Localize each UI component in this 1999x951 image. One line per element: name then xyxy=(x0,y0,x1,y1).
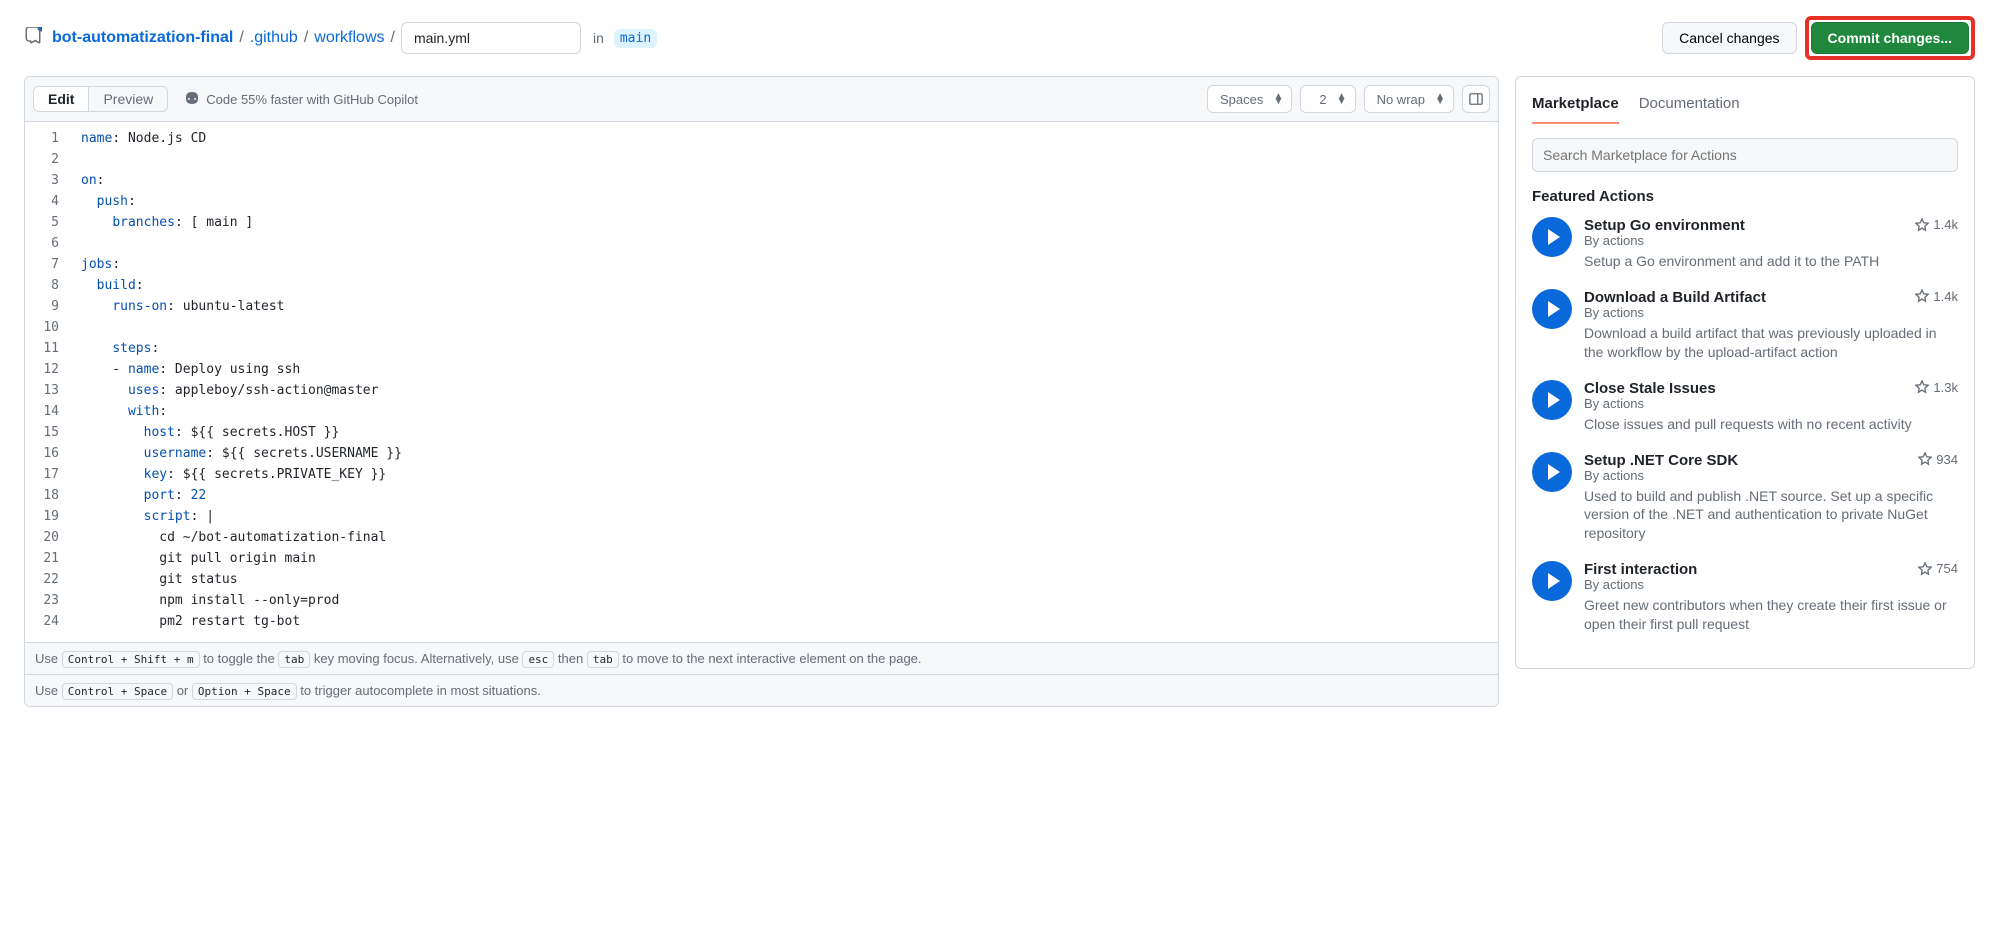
editor-toolbar: Edit Preview Code 55% faster with GitHub… xyxy=(25,77,1498,122)
indent-type-value: Spaces xyxy=(1220,92,1263,107)
action-title: Download a Build Artifact xyxy=(1584,289,1766,306)
action-title: First interaction xyxy=(1584,561,1697,578)
copilot-hint-text: Code 55% faster with GitHub Copilot xyxy=(206,92,418,107)
play-icon xyxy=(1532,452,1572,492)
editor-mode-tabs: Edit Preview xyxy=(33,86,168,112)
action-author: By actions xyxy=(1584,396,1958,411)
action-item[interactable]: First interaction 754By actions Greet new … xyxy=(1532,561,1958,634)
breadcrumb-sep: / xyxy=(304,29,308,47)
action-stars: 934 xyxy=(1918,452,1958,467)
filename-input[interactable] xyxy=(401,22,581,54)
code-content[interactable]: name: Node.js CD on: push: branches: [ m… xyxy=(69,122,1498,642)
preview-pane-toggle[interactable] xyxy=(1462,85,1490,113)
breadcrumb: bot-automatization-final / .github / wor… xyxy=(24,22,657,54)
action-star-count: 754 xyxy=(1936,561,1958,576)
commit-highlight: Commit changes... xyxy=(1805,16,1975,60)
action-stars: 1.4k xyxy=(1915,289,1958,304)
indent-type-select[interactable]: Spaces ▲▼ xyxy=(1207,85,1292,113)
indent-size-value: 2 xyxy=(1319,92,1326,107)
hint-focus: Use Control + Shift + m to toggle the ta… xyxy=(25,643,1498,675)
action-star-count: 1.4k xyxy=(1933,217,1958,232)
main-layout: Edit Preview Code 55% faster with GitHub… xyxy=(24,76,1975,707)
star-icon xyxy=(1915,380,1929,394)
action-author: By actions xyxy=(1584,305,1958,320)
action-title: Setup Go environment xyxy=(1584,217,1745,234)
breadcrumb-workflows[interactable]: workflows xyxy=(314,29,384,47)
star-icon xyxy=(1915,289,1929,303)
star-icon xyxy=(1915,218,1929,232)
action-star-count: 1.4k xyxy=(1933,289,1958,304)
copilot-hint[interactable]: Code 55% faster with GitHub Copilot xyxy=(184,91,418,107)
code-editor[interactable]: 123456789101112131415161718192021222324 … xyxy=(25,122,1498,642)
kbd: tab xyxy=(278,651,310,668)
updown-icon: ▲▼ xyxy=(1337,94,1347,104)
star-icon xyxy=(1918,562,1932,576)
kbd: tab xyxy=(587,651,619,668)
copilot-icon xyxy=(184,91,200,107)
action-stars: 754 xyxy=(1918,561,1958,576)
hint-autocomplete: Use Control + Space or Option + Space to… xyxy=(25,675,1498,706)
breadcrumb-sep: / xyxy=(391,29,395,47)
commit-button[interactable]: Commit changes... xyxy=(1811,22,1969,54)
wrap-value: No wrap xyxy=(1377,92,1425,107)
panel-icon xyxy=(1469,92,1483,106)
action-title: Setup .NET Core SDK xyxy=(1584,452,1738,469)
action-item[interactable]: Download a Build Artifact 1.4kBy actions D… xyxy=(1532,289,1958,362)
play-icon xyxy=(1532,217,1572,257)
marketplace-search-input[interactable] xyxy=(1532,138,1958,172)
updown-icon: ▲▼ xyxy=(1435,94,1445,104)
action-author: By actions xyxy=(1584,468,1958,483)
kbd: Control + Shift + m xyxy=(62,651,200,668)
actions-sidebar: Marketplace Documentation Featured Actio… xyxy=(1515,76,1975,669)
kbd: Option + Space xyxy=(192,683,297,700)
action-desc: Greet new contributors when they create … xyxy=(1584,596,1958,634)
play-icon xyxy=(1532,289,1572,329)
repo-icon xyxy=(24,27,46,50)
play-icon xyxy=(1532,380,1572,420)
breadcrumb-repo[interactable]: bot-automatization-final xyxy=(52,29,233,47)
action-author: By actions xyxy=(1584,233,1958,248)
in-label: in xyxy=(593,30,604,46)
action-desc: Setup a Go environment and add it to the… xyxy=(1584,252,1958,271)
featured-title: Featured Actions xyxy=(1532,188,1958,205)
cancel-button[interactable]: Cancel changes xyxy=(1662,22,1796,54)
action-title: Close Stale Issues xyxy=(1584,380,1716,397)
tab-edit[interactable]: Edit xyxy=(34,87,88,111)
top-actions: Cancel changes Commit changes... xyxy=(1662,16,1975,60)
tab-marketplace[interactable]: Marketplace xyxy=(1532,89,1619,124)
updown-icon: ▲▼ xyxy=(1273,94,1283,104)
line-gutter: 123456789101112131415161718192021222324 xyxy=(25,122,69,642)
branch-badge[interactable]: main xyxy=(614,29,657,48)
action-author: By actions xyxy=(1584,577,1958,592)
action-desc: Close issues and pull requests with no r… xyxy=(1584,415,1958,434)
kbd: Control + Space xyxy=(62,683,173,700)
tab-preview[interactable]: Preview xyxy=(88,87,167,111)
editor-panel: Edit Preview Code 55% faster with GitHub… xyxy=(24,76,1499,707)
play-icon xyxy=(1532,561,1572,601)
wrap-select[interactable]: No wrap ▲▼ xyxy=(1364,85,1454,113)
action-star-count: 934 xyxy=(1936,452,1958,467)
action-stars: 1.3k xyxy=(1915,380,1958,395)
action-desc: Download a build artifact that was previ… xyxy=(1584,324,1958,362)
kbd: esc xyxy=(522,651,554,668)
indent-size-select[interactable]: 2 ▲▼ xyxy=(1300,85,1355,113)
star-icon xyxy=(1918,452,1932,466)
action-star-count: 1.3k xyxy=(1933,380,1958,395)
sidebar-tabs: Marketplace Documentation xyxy=(1532,89,1958,124)
breadcrumb-sep: / xyxy=(239,29,243,47)
editor-header: bot-automatization-final / .github / wor… xyxy=(24,16,1975,60)
action-item[interactable]: Close Stale Issues 1.3kBy actions Close is… xyxy=(1532,380,1958,434)
action-item[interactable]: Setup Go environment 1.4kBy actions Setup … xyxy=(1532,217,1958,271)
action-stars: 1.4k xyxy=(1915,217,1958,232)
action-item[interactable]: Setup .NET Core SDK 934By actions Used to … xyxy=(1532,452,1958,544)
tab-documentation[interactable]: Documentation xyxy=(1639,89,1740,124)
breadcrumb-github[interactable]: .github xyxy=(250,29,298,47)
action-desc: Used to build and publish .NET source. S… xyxy=(1584,487,1958,544)
actions-list: Setup Go environment1.4kBy actionsSetup … xyxy=(1532,217,1958,634)
editor-hints: Use Control + Shift + m to toggle the ta… xyxy=(25,642,1498,706)
